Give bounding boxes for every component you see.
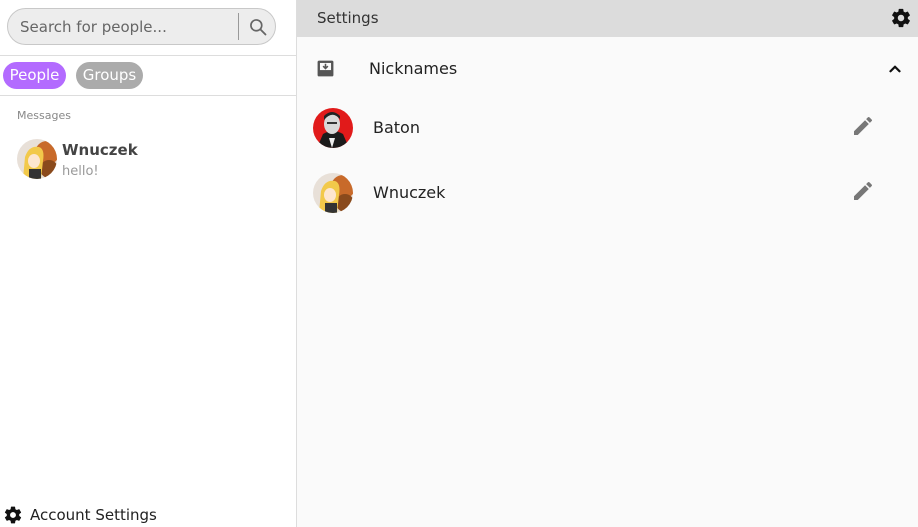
page-title: Settings (317, 9, 379, 27)
conversation-preview: hello! (62, 164, 99, 179)
account-settings-button[interactable]: Account Settings (3, 504, 157, 526)
nicknames-section-header[interactable]: Nicknames (297, 50, 918, 88)
nickname-row-baton: Baton (297, 106, 918, 150)
nickname-person-name: Wnuczek (373, 183, 446, 202)
pencil-icon[interactable] (851, 114, 875, 138)
pencil-icon[interactable] (851, 179, 875, 203)
account-settings-label: Account Settings (30, 506, 157, 524)
conversation-name: Wnuczek (62, 141, 138, 159)
gear-icon[interactable] (890, 7, 912, 29)
search-input[interactable] (20, 9, 232, 44)
tab-groups[interactable]: Groups (76, 62, 143, 89)
avatar (17, 139, 57, 179)
search-icon (250, 19, 267, 36)
messages-section-label: Messages (17, 109, 71, 122)
gear-icon (4, 506, 22, 524)
inbox-download-icon (317, 60, 334, 77)
search-button[interactable] (243, 12, 273, 42)
settings-panel: Settings Nicknames Baton Wnuczek (297, 0, 918, 527)
nickname-row-wnuczek: Wnuczek (297, 171, 918, 215)
search-bar (7, 8, 276, 45)
tab-people[interactable]: People (3, 62, 66, 89)
search-divider (238, 13, 239, 40)
conversation-item[interactable]: Wnuczek hello! (0, 134, 296, 186)
avatar (313, 173, 353, 213)
divider (0, 55, 297, 56)
sidebar: People Groups Messages Wnuczek hello! Ac… (0, 0, 297, 527)
nicknames-title: Nicknames (369, 59, 458, 78)
nickname-person-name: Baton (373, 118, 420, 137)
avatar (313, 108, 353, 148)
divider (0, 95, 297, 96)
settings-header: Settings (297, 0, 918, 37)
chevron-up-icon[interactable] (886, 60, 904, 78)
